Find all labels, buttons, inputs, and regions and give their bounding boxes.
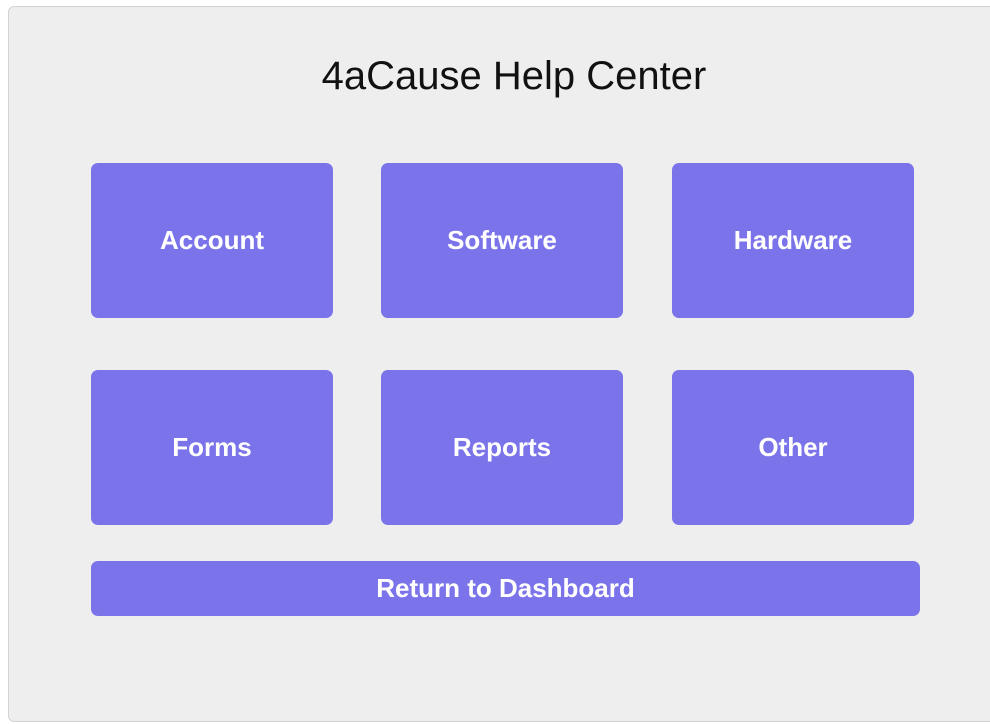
category-label: Reports — [452, 432, 552, 462]
category-hardware-button[interactable]: Hardware — [672, 163, 914, 318]
category-label: Hardware — [733, 225, 853, 255]
category-reports-button[interactable]: Reports — [381, 370, 623, 525]
category-other-button[interactable]: Other — [672, 370, 914, 525]
return-label: Return to Dashboard — [376, 573, 635, 603]
category-label: Other — [758, 432, 828, 462]
category-account-button[interactable]: Account — [91, 163, 333, 318]
category-label: Software — [447, 225, 557, 255]
page-title: 4aCause Help Center — [321, 54, 707, 98]
return-to-dashboard-button[interactable]: Return to Dashboard — [91, 561, 920, 616]
category-software-button[interactable]: Software — [381, 163, 623, 318]
category-label: Account — [160, 225, 264, 255]
category-forms-button[interactable]: Forms — [91, 370, 333, 525]
category-label: Forms — [172, 432, 252, 462]
